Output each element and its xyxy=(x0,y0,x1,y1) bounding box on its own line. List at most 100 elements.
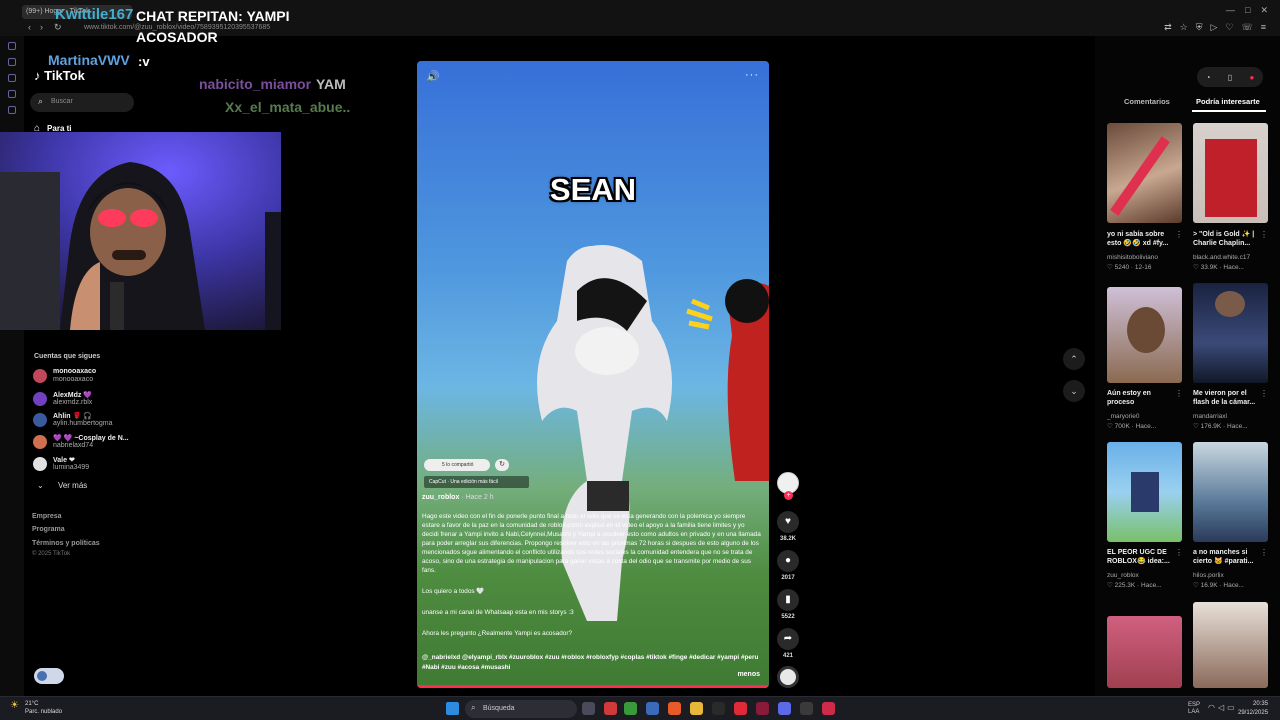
video-author[interactable]: zuu_roblox · Hace 2 h xyxy=(422,494,494,501)
video-thumbnail[interactable] xyxy=(1193,123,1268,223)
video-thumbnail[interactable] xyxy=(1193,602,1268,688)
more-options-icon[interactable]: ⋮ xyxy=(1260,389,1268,398)
battery-icon[interactable]: ▭ xyxy=(1227,703,1238,712)
forward-icon[interactable]: › xyxy=(40,22,43,32)
system-clock[interactable]: 20:35 29/12/2025 xyxy=(1238,700,1268,718)
video-author[interactable]: mandarriaxl xyxy=(1193,412,1271,421)
more-options-icon[interactable]: ⋮ xyxy=(1260,548,1268,557)
windows-start-button[interactable] xyxy=(446,702,459,715)
file-explorer-icon[interactable] xyxy=(690,702,703,715)
video-title[interactable]: EL PEOR UGC DE ROBLOX😂 idea:... xyxy=(1107,548,1177,566)
brave-browser-icon[interactable] xyxy=(668,702,681,715)
following-item[interactable]: Ahlin 🌹 🎧 aylin.humbertogma xyxy=(32,411,152,431)
search-input[interactable]: ⌕ Buscar xyxy=(30,93,134,112)
maximize-icon[interactable]: □ xyxy=(1245,5,1250,16)
video-thumbnail[interactable] xyxy=(1107,442,1182,542)
opera-gx-icon[interactable] xyxy=(756,702,769,715)
video-author[interactable]: mishisitoboliviano xyxy=(1107,253,1185,262)
next-video-button[interactable]: ⌄ xyxy=(1063,380,1085,402)
reload-icon[interactable]: ↻ xyxy=(54,22,62,33)
video-thumbnail[interactable] xyxy=(1193,283,1268,383)
wifi-icon[interactable]: ◠ xyxy=(1208,703,1218,712)
more-options-icon[interactable]: ⋮ xyxy=(1175,548,1183,557)
calendar-app-icon[interactable] xyxy=(604,702,617,715)
video-progress-bar[interactable] xyxy=(417,685,769,688)
obs-app-icon[interactable] xyxy=(800,702,813,715)
video-author[interactable]: zuu_roblox xyxy=(1107,571,1185,580)
sidebar-app-icon[interactable] xyxy=(8,58,16,66)
device-icon[interactable]: ▯ xyxy=(1228,73,1232,82)
footer-link-program[interactable]: Programa xyxy=(32,526,65,533)
language-indicator[interactable]: ESP LAA xyxy=(1188,702,1200,716)
more-options-icon[interactable]: ··· xyxy=(745,69,759,81)
volume-icon[interactable]: ◁ xyxy=(1218,703,1227,712)
footer-link-company[interactable]: Empresa xyxy=(32,513,62,520)
video-player[interactable]: 🔊 ··· SEAN 5 lo compartió ↻ CapCut · Una… xyxy=(417,61,769,688)
video-author[interactable]: black.and.white.c17 xyxy=(1193,253,1271,262)
like-button[interactable]: ♥ 38.2K xyxy=(777,511,799,542)
tiktok-app-icon[interactable] xyxy=(822,702,835,715)
discord-app-icon[interactable] xyxy=(778,702,791,715)
previous-video-button[interactable]: ⌃ xyxy=(1063,348,1085,370)
follow-plus-icon[interactable]: + xyxy=(784,491,793,500)
clock-icon[interactable]: ◔ xyxy=(1206,73,1211,82)
taskbar-search[interactable]: ⌕ Búsqueda xyxy=(465,700,577,718)
more-options-icon[interactable]: ⋮ xyxy=(1175,230,1183,239)
tab-comments[interactable]: Comentarios xyxy=(1124,97,1170,106)
sidebar-app-icon[interactable] xyxy=(8,90,16,98)
comment-button[interactable]: ● 2017 xyxy=(777,550,799,581)
shield-icon[interactable]: ⛨ xyxy=(1196,22,1203,33)
sidebar-app-icon[interactable] xyxy=(8,106,16,114)
footer-link-terms[interactable]: Términos y políticas xyxy=(32,540,100,547)
capcut-app-icon[interactable] xyxy=(712,702,725,715)
system-tray[interactable]: ◠◁▭ xyxy=(1208,703,1238,712)
following-item[interactable]: monooaxaco monooaxaco xyxy=(32,367,152,387)
chat-icon[interactable]: ☏ xyxy=(1241,22,1252,33)
minecraft-app-icon[interactable] xyxy=(624,702,637,715)
repost-icon[interactable]: ↻ xyxy=(495,459,509,471)
following-item[interactable]: 💜 💜 ~Cosplay de N... nabrielaxd74 xyxy=(32,433,152,453)
app-icon[interactable] xyxy=(734,702,747,715)
back-icon[interactable]: ‹ xyxy=(28,22,31,32)
stream-title: CHAT REPITAN: YAMPI ACOSADOR xyxy=(136,8,290,45)
profile-icon[interactable]: ● xyxy=(1249,73,1254,82)
see-more-button[interactable]: ⌄ Ver más xyxy=(37,481,87,490)
video-title[interactable]: > "Old is Gold ✨ | Charlie Chaplin... xyxy=(1193,230,1263,248)
video-author[interactable]: hilos.porlix xyxy=(1193,571,1271,580)
video-title[interactable]: Me vieron por el flash de la cámar... xyxy=(1193,389,1263,407)
video-author[interactable]: _maryorie0 xyxy=(1107,412,1185,421)
following-item[interactable]: AlexMdz 💜 alexmdz.rblx xyxy=(32,390,152,410)
sidebar-app-icon[interactable] xyxy=(8,42,16,50)
video-thumbnail[interactable] xyxy=(1107,123,1182,223)
video-thumbnail[interactable] xyxy=(1107,616,1182,688)
menu-icon[interactable]: ≡ xyxy=(1261,22,1266,33)
video-hashtags[interactable]: @_nabrielxd @elyampi_rblx #zuuroblox #zu… xyxy=(422,653,762,673)
sidebar-app-icon[interactable] xyxy=(8,74,16,82)
more-options-icon[interactable]: ⋮ xyxy=(1175,389,1183,398)
video-thumbnail[interactable] xyxy=(1107,287,1182,383)
share-indicator[interactable]: 5 lo compartió xyxy=(424,459,490,471)
close-icon[interactable]: ✕ xyxy=(1260,5,1268,16)
toggle-switch[interactable] xyxy=(34,668,64,684)
volume-icon[interactable]: 🔊 xyxy=(426,70,440,83)
task-view-icon[interactable] xyxy=(582,702,595,715)
heart-icon[interactable]: ♡ xyxy=(1225,22,1233,33)
minimize-icon[interactable]: — xyxy=(1226,5,1235,16)
more-options-icon[interactable]: ⋮ xyxy=(1260,230,1268,239)
capcut-tag[interactable]: CapCut · Una edición más fácil xyxy=(424,476,529,488)
play-icon[interactable]: ▷ xyxy=(1210,22,1217,33)
tab-recommended[interactable]: Podría interesarte xyxy=(1196,97,1260,106)
bookmark-icon[interactable]: ☆ xyxy=(1180,22,1188,33)
video-thumbnail[interactable] xyxy=(1193,442,1268,542)
translate-icon[interactable]: ⇄ xyxy=(1164,22,1172,33)
tiktok-logo[interactable]: ♪ TikTok xyxy=(34,68,85,83)
music-disc-icon[interactable] xyxy=(777,666,799,688)
video-title[interactable]: Aún estoy en proceso xyxy=(1107,389,1177,407)
video-title[interactable]: yo ni sabía sobre esto 🤣🤣 xd #fy... xyxy=(1107,230,1177,248)
video-title[interactable]: a no manches si cierto 🐱 #parati... xyxy=(1193,548,1263,566)
save-button[interactable]: ▮ 5522 xyxy=(777,589,799,620)
vegas-app-icon[interactable] xyxy=(646,702,659,715)
share-button[interactable]: ➦ 421 xyxy=(777,628,799,659)
following-item[interactable]: Vale ❤ lumina3499 xyxy=(32,455,152,475)
show-less-link[interactable]: menos xyxy=(737,671,760,678)
